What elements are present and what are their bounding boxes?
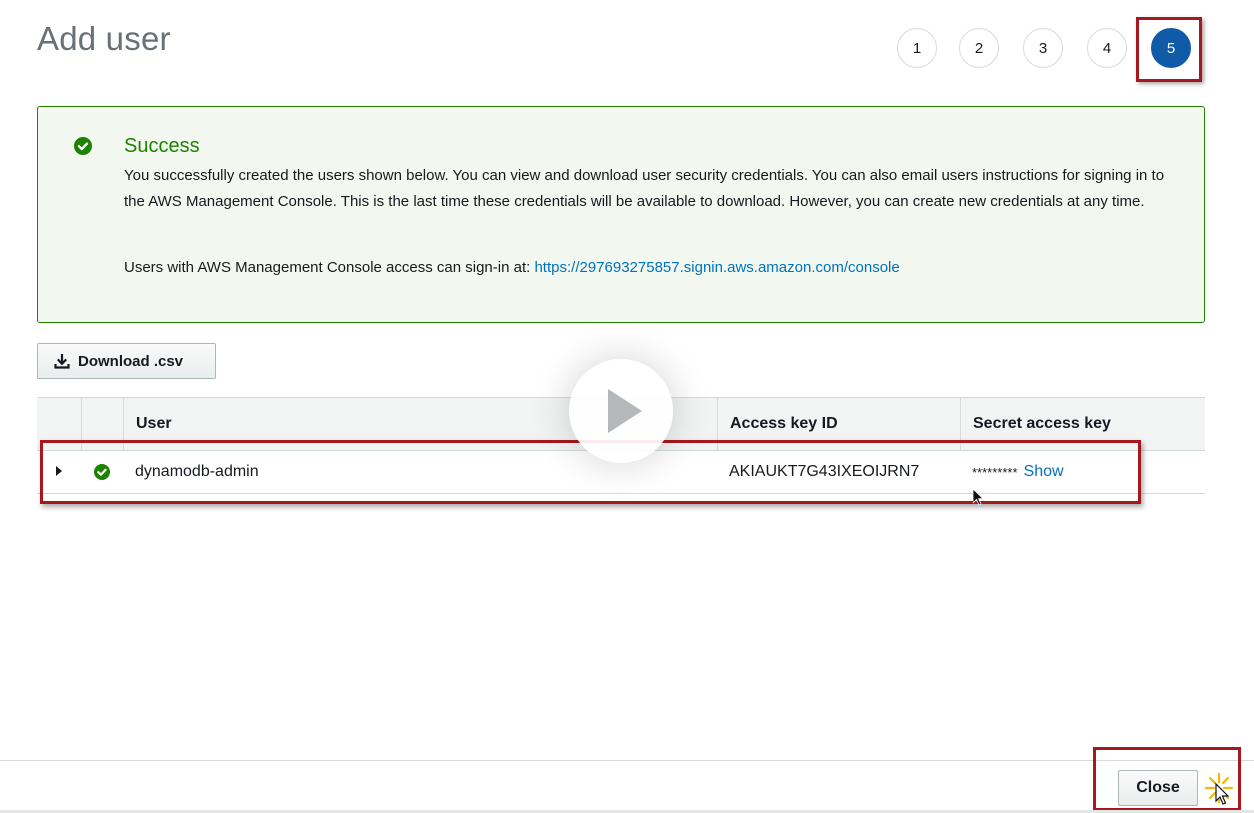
- signin-info: Users with AWS Management Console access…: [124, 255, 900, 281]
- step-1[interactable]: 1: [897, 28, 937, 68]
- step-2[interactable]: 2: [959, 28, 999, 68]
- play-icon: [608, 389, 642, 433]
- signin-prefix: Users with AWS Management Console access…: [124, 259, 535, 276]
- step-5-highlight-box: [1136, 17, 1202, 82]
- step-4[interactable]: 4: [1087, 28, 1127, 68]
- mouse-cursor-icon: [972, 488, 985, 512]
- download-icon: [54, 353, 70, 369]
- success-check-icon: [74, 137, 92, 155]
- alert-message: You successfully created the users shown…: [124, 167, 1165, 210]
- success-alert: Success You successfully created the use…: [37, 106, 1205, 323]
- footer-divider: [0, 760, 1254, 761]
- download-csv-label: Download .csv: [78, 352, 184, 370]
- step-3[interactable]: 3: [1023, 28, 1063, 68]
- click-burst-icon: [1202, 770, 1236, 811]
- signin-url-link[interactable]: https://297693275857.signin.aws.amazon.c…: [534, 259, 899, 276]
- alert-title: Success: [124, 135, 200, 157]
- download-csv-button[interactable]: Download .csv: [37, 343, 216, 379]
- video-play-button[interactable]: [569, 359, 673, 463]
- page-title: Add user: [37, 20, 171, 57]
